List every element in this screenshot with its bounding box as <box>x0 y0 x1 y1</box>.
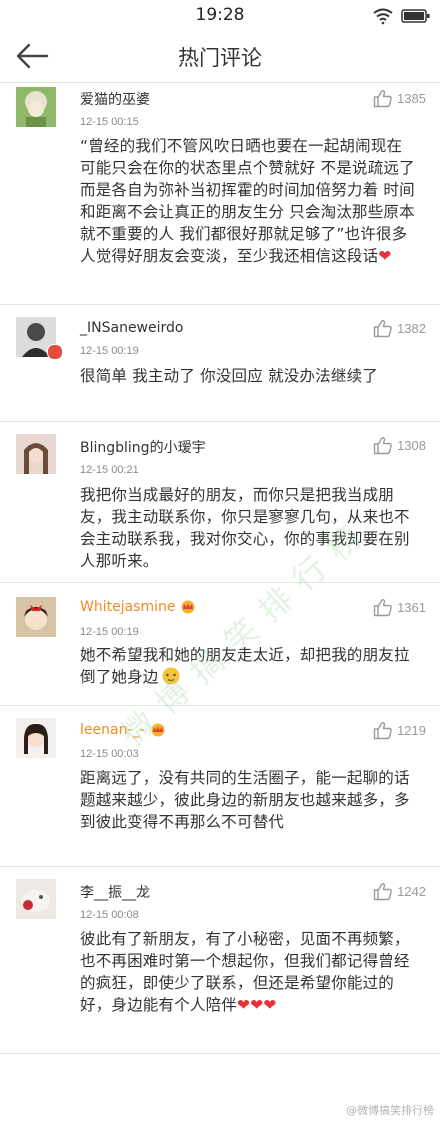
like-button[interactable]: 1382 <box>373 319 426 338</box>
comment-item: Whitejasmine 12-15 00:19 1361 她不希望我和她的朋友… <box>0 583 440 706</box>
nav-bar: 热门评论 <box>0 30 440 83</box>
thumbs-up-icon <box>373 599 392 617</box>
avatar[interactable] <box>16 434 56 474</box>
comment-item: 爱猫的巫婆 12-15 00:15 1385 “曾经的我们不管风吹日晒也要在一起… <box>0 82 440 305</box>
like-button[interactable]: 1219 <box>373 721 426 740</box>
comment-username[interactable]: 爱猫的巫婆 <box>80 89 150 109</box>
credit-text: @微博搞笑排行榜 <box>346 1104 434 1117</box>
comment-username[interactable]: Whitejasmine <box>80 599 197 615</box>
comment-username-text: leenan-_- <box>80 722 145 738</box>
comment-time: 12-15 00:08 <box>80 909 139 921</box>
avatar[interactable] <box>16 87 56 127</box>
avatar[interactable] <box>16 718 56 758</box>
like-button[interactable]: 1385 <box>373 89 426 108</box>
comment-list: 爱猫的巫婆 12-15 00:15 1385 “曾经的我们不管风吹日晒也要在一起… <box>0 82 440 1054</box>
comment-text: “曾经的我们不管风吹日晒也要在一起胡闹现在可能只会在你的状态里点个赞就好 不是说… <box>80 135 416 267</box>
vip-badge-icon <box>47 344 63 360</box>
heart-emoji: ❤ <box>378 247 392 265</box>
member-crown-icon <box>181 600 195 614</box>
comment-username[interactable]: _INSaneweirdo <box>80 320 183 336</box>
status-icons <box>372 7 432 29</box>
wifi-icon <box>373 8 393 25</box>
comment-text: 我把你当成最好的朋友，而你只是把我当成朋友，我主动联系你，你只是寥寥几句，从来也… <box>80 486 410 570</box>
page-title: 热门评论 <box>178 46 262 70</box>
like-button[interactable]: 1361 <box>373 598 426 617</box>
like-count: 1219 <box>397 723 426 738</box>
comment-time: 12-15 00:15 <box>80 116 139 128</box>
avatar[interactable] <box>16 879 56 919</box>
comment-time: 12-15 00:21 <box>80 464 139 476</box>
comment-text: 彼此有了新朋友，有了小秘密，见面不再频繁，也不再困难时第一个想起你，但我们都记得… <box>80 928 416 1016</box>
comment-body: “曾经的我们不管风吹日晒也要在一起胡闹现在可能只会在你的状态里点个赞就好 不是说… <box>80 137 415 265</box>
comment-time: 12-15 00:19 <box>80 345 139 357</box>
like-button[interactable]: 1242 <box>373 882 426 901</box>
comment-username[interactable]: leenan-_- <box>80 722 167 738</box>
member-crown-icon <box>151 723 165 737</box>
comment-username[interactable]: Blingbling的小瑷宇 <box>80 437 206 457</box>
avatar[interactable] <box>16 597 56 637</box>
comment-item: 李__振__龙 12-15 00:08 1242 彼此有了新朋友，有了小秘密，见… <box>0 867 440 1054</box>
thumbs-up-icon <box>373 883 392 901</box>
comment-username-text: Whitejasmine <box>80 599 176 615</box>
comment-item: leenan-_- 12-15 00:03 1219 距离远了，没有共同的生活圈… <box>0 706 440 867</box>
comment-item: _INSaneweirdo 12-15 00:19 1382 很简单 我主动了 … <box>0 305 440 422</box>
comment-item: Blingbling的小瑷宇 12-15 00:21 1308 我把你当成最好的… <box>0 422 440 583</box>
comment-username[interactable]: 李__振__龙 <box>80 882 150 902</box>
like-count: 1385 <box>397 91 426 106</box>
status-bar: 19:28 <box>0 0 440 30</box>
thumbs-up-icon <box>373 437 392 455</box>
embarrassed-emoji-icon <box>162 667 180 685</box>
heart-emoji: ❤❤❤ <box>237 996 277 1014</box>
like-button[interactable]: 1308 <box>373 436 426 455</box>
thumbs-up-icon <box>373 90 392 108</box>
like-count: 1308 <box>397 438 426 453</box>
thumbs-up-icon <box>373 320 392 338</box>
like-count: 1242 <box>397 884 426 899</box>
battery-icon <box>401 9 430 23</box>
comment-time: 12-15 00:19 <box>80 626 139 638</box>
comment-text: 很简单 我主动了 你没回应 就没办法继续了 <box>80 367 378 385</box>
comment-body: 她不希望我和她的朋友走太近，却把我的朋友拉倒了她身边 <box>80 646 410 686</box>
like-count: 1361 <box>397 600 426 615</box>
like-count: 1382 <box>397 321 426 336</box>
thumbs-up-icon <box>373 722 392 740</box>
comment-time: 12-15 00:03 <box>80 748 139 760</box>
comment-text: 她不希望我和她的朋友走太近，却把我的朋友拉倒了她身边 <box>80 644 416 688</box>
comment-text: 距离远了，没有共同的生活圈子，能一起聊的话题越来越少，彼此身边的新朋友也越来越多… <box>80 769 410 831</box>
